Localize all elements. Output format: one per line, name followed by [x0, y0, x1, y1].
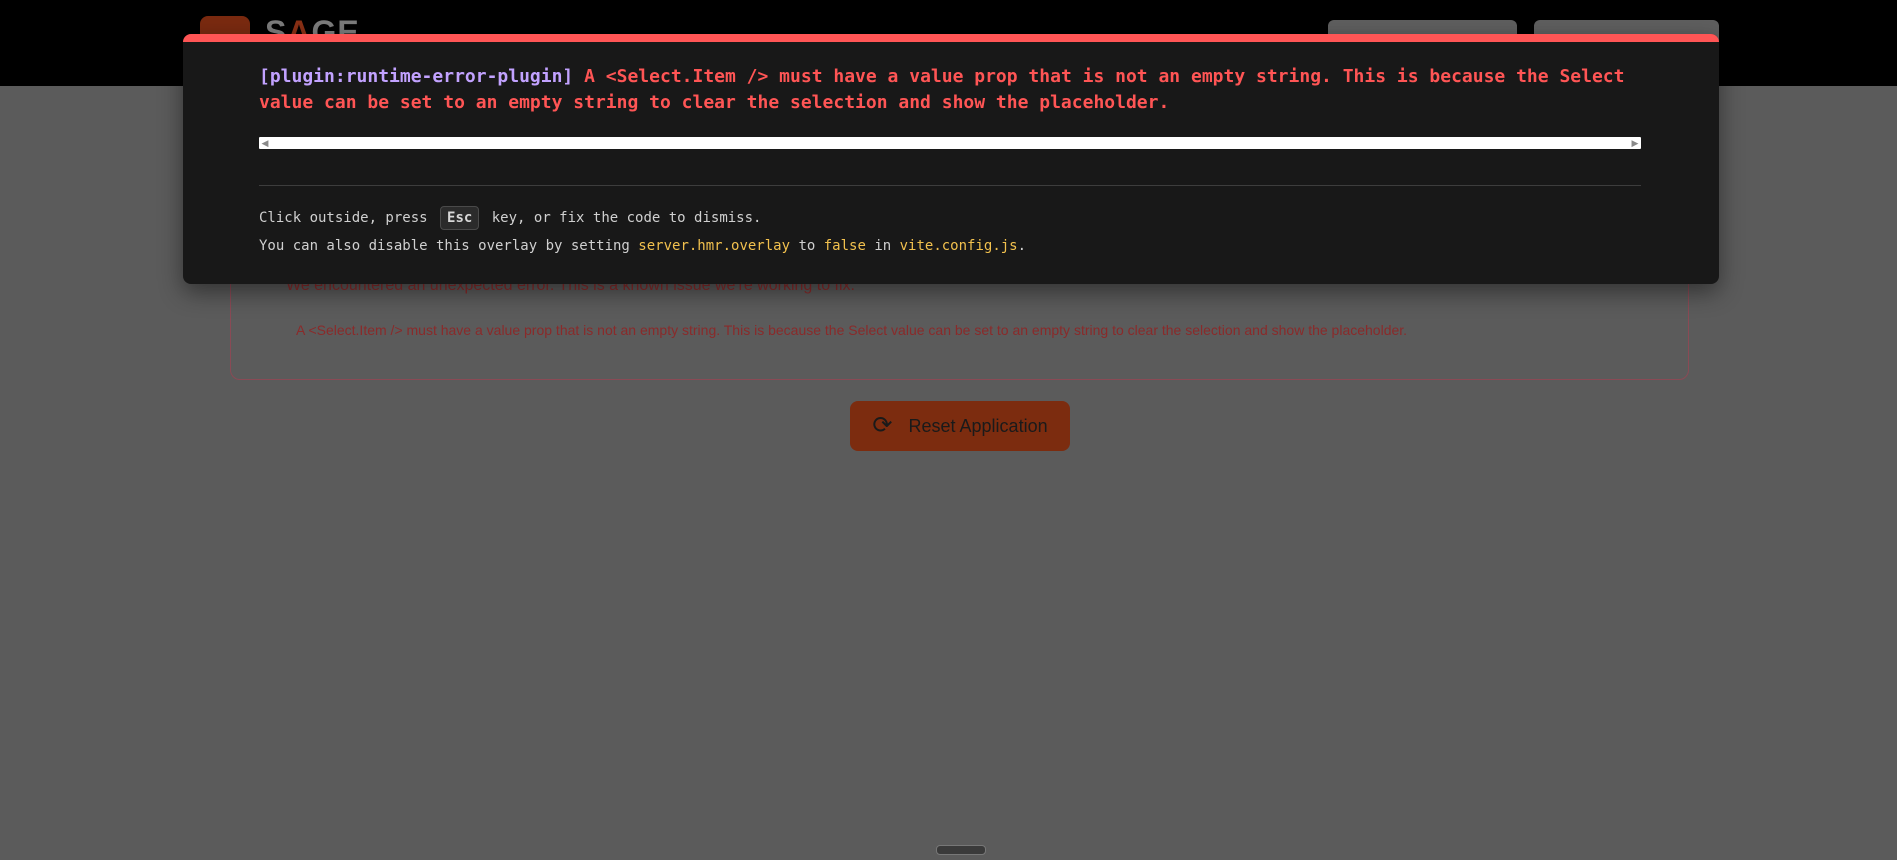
- overlay-dismiss-tip: Click outside, press Esc key, or fix the…: [259, 206, 761, 230]
- error-detail-text: A <Select.Item /> must have a value prop…: [296, 322, 1408, 338]
- drag-handle[interactable]: [936, 845, 986, 855]
- scroll-left-icon[interactable]: ◀: [259, 137, 271, 149]
- reset-application-button[interactable]: ⟳ Reset Application: [850, 401, 1070, 451]
- frame-scrollbar[interactable]: ◀ ▶: [259, 137, 1641, 149]
- overlay-disable-tip: You can also disable this overlay by set…: [259, 238, 1027, 254]
- config-file-code: vite.config.js: [899, 238, 1018, 254]
- reset-application-label: Reset Application: [908, 415, 1048, 436]
- overlay-plugin-name: [plugin:runtime-error-plugin]: [259, 66, 574, 87]
- overlay-divider: [259, 185, 1641, 186]
- config-key-code: server.hmr.overlay: [638, 238, 791, 254]
- scroll-right-icon[interactable]: ▶: [1629, 137, 1641, 149]
- refresh-icon: ⟳: [872, 412, 893, 439]
- overlay-error-message: [plugin:runtime-error-plugin] A <Select.…: [259, 64, 1649, 116]
- error-overlay[interactable]: [plugin:runtime-error-plugin] A <Select.…: [183, 34, 1719, 284]
- esc-key-badge: Esc: [440, 206, 480, 230]
- config-value-code: false: [823, 238, 866, 254]
- overlay-accent-stripe: [183, 34, 1719, 42]
